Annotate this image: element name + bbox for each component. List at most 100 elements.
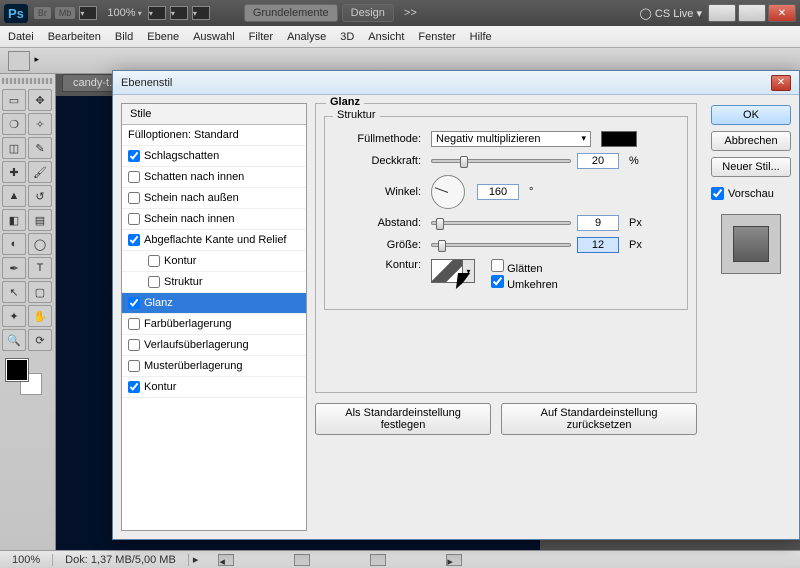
dialog-close[interactable]: ✕ [771, 75, 791, 91]
reset-default-button[interactable]: Auf Standardeinstellung zurücksetzen [501, 403, 697, 435]
minibridge-icon[interactable]: Mb [55, 7, 76, 19]
style-item-checkbox[interactable] [128, 171, 140, 183]
menu-bearbeiten[interactable]: Bearbeiten [48, 31, 101, 43]
new-style-button[interactable]: Neuer Stil... [711, 157, 791, 177]
tool-stamp[interactable]: ▲ [2, 185, 26, 207]
set-default-button[interactable]: Als Standardeinstellung festlegen [315, 403, 491, 435]
style-item-checkbox[interactable] [128, 339, 140, 351]
tool-brush[interactable]: 🖌 [28, 161, 52, 183]
tool-hand[interactable]: ✋ [28, 305, 52, 327]
menu-fenster[interactable]: Fenster [418, 31, 455, 43]
menu-auswahl[interactable]: Auswahl [193, 31, 235, 43]
screen-mode2-icon[interactable] [192, 6, 210, 20]
blend-options[interactable]: Füll­optionen: Standard [122, 125, 306, 146]
tool-rotate[interactable]: ⟳ [28, 329, 52, 351]
window-maximize[interactable]: ☐ [738, 4, 766, 22]
tool-heal[interactable]: ✚ [2, 161, 26, 183]
style-item-checkbox[interactable] [128, 381, 140, 393]
contour-dropdown[interactable]: ▾ [463, 259, 475, 283]
ok-button[interactable]: OK [711, 105, 791, 125]
tool-dodge[interactable]: ◯ [28, 233, 52, 255]
opacity-value[interactable]: 20 [577, 153, 619, 169]
tool-eyedropper[interactable]: ✎ [28, 137, 52, 159]
style-item-checkbox[interactable] [128, 150, 140, 162]
workspace-essentials[interactable]: Grundelemente [244, 4, 338, 22]
workspace-design[interactable]: Design [342, 4, 394, 22]
tool-blur[interactable]: ◐ [2, 233, 26, 255]
tool-wand[interactable]: ✧ [28, 113, 52, 135]
style-list-header[interactable]: Stile [122, 104, 306, 125]
menu-filter[interactable]: Filter [249, 31, 273, 43]
current-tool-icon[interactable] [8, 51, 30, 71]
style-item-9[interactable]: Verlaufsüberlagerung [122, 335, 306, 356]
tool-crop[interactable]: ◫ [2, 137, 26, 159]
cancel-button[interactable]: Abbrechen [711, 131, 791, 151]
style-item-7[interactable]: Glanz [122, 293, 306, 314]
style-item-checkbox[interactable] [128, 234, 140, 246]
style-item-checkbox[interactable] [148, 255, 160, 267]
style-item-4[interactable]: Abgeflachte Kante und Relief [122, 230, 306, 251]
fill-color-swatch[interactable] [601, 131, 637, 147]
workspace-more[interactable]: >> [404, 7, 417, 19]
fill-method-select[interactable]: Negativ multiplizieren [431, 131, 591, 147]
style-item-11[interactable]: Kontur [122, 377, 306, 398]
size-slider[interactable] [431, 243, 571, 247]
status-zoom[interactable]: 100% [0, 554, 53, 566]
style-item-10[interactable]: Musterüberlagerung [122, 356, 306, 377]
distance-value[interactable]: 9 [577, 215, 619, 231]
toolbox-grip[interactable] [2, 78, 53, 84]
style-item-checkbox[interactable] [128, 360, 140, 372]
view-extras-icon[interactable] [148, 6, 166, 20]
window-minimize[interactable]: — [708, 4, 736, 22]
size-value[interactable]: 12 [577, 237, 619, 253]
menu-analyse[interactable]: Analyse [287, 31, 326, 43]
style-item-checkbox[interactable] [128, 192, 140, 204]
style-item-checkbox[interactable] [148, 276, 160, 288]
tool-gradient[interactable]: ▤ [28, 209, 52, 231]
style-item-6[interactable]: Struktur [122, 272, 306, 293]
zoom-level[interactable]: 100% [107, 7, 141, 19]
style-item-2[interactable]: Schein nach außen [122, 188, 306, 209]
style-item-checkbox[interactable] [128, 297, 140, 309]
window-close[interactable]: ✕ [768, 4, 796, 22]
contour-picker[interactable] [431, 259, 463, 283]
dialog-titlebar[interactable]: Ebenenstil ✕ [113, 71, 799, 95]
menu-3d[interactable]: 3D [340, 31, 354, 43]
tool-lasso[interactable]: ❍ [2, 113, 26, 135]
menu-hilfe[interactable]: Hilfe [470, 31, 492, 43]
distance-slider[interactable] [431, 221, 571, 225]
style-item-5[interactable]: Kontur [122, 251, 306, 272]
style-item-1[interactable]: Schatten nach innen [122, 167, 306, 188]
h-scrollbar[interactable]: ◂▸ [218, 554, 800, 566]
status-arrow-icon[interactable]: ▸ [193, 553, 199, 566]
menu-datei[interactable]: Datei [8, 31, 34, 43]
tool-3d[interactable]: ✦ [2, 305, 26, 327]
bridge-icon[interactable]: Br [34, 7, 51, 19]
preview-checkbox[interactable] [711, 187, 724, 200]
tool-eraser[interactable]: ◧ [2, 209, 26, 231]
tool-pen[interactable]: ✒ [2, 257, 26, 279]
style-item-checkbox[interactable] [128, 318, 140, 330]
tool-move[interactable]: ✥ [28, 89, 52, 111]
antialias-checkbox[interactable] [491, 259, 504, 272]
style-item-checkbox[interactable] [128, 213, 140, 225]
tool-zoom[interactable]: 🔍 [2, 329, 26, 351]
style-item-8[interactable]: Farbüberlagerung [122, 314, 306, 335]
angle-value[interactable]: 160 [477, 184, 519, 200]
angle-dial[interactable] [431, 175, 465, 209]
tool-type[interactable]: T [28, 257, 52, 279]
screen-mode-icon[interactable] [79, 6, 97, 20]
menu-ebene[interactable]: Ebene [147, 31, 179, 43]
tool-path[interactable]: ↖ [2, 281, 26, 303]
style-item-3[interactable]: Schein nach innen [122, 209, 306, 230]
menu-bild[interactable]: Bild [115, 31, 133, 43]
menu-ansicht[interactable]: Ansicht [368, 31, 404, 43]
status-doc[interactable]: Dok: 1,37 MB/5,00 MB [53, 554, 189, 566]
color-swatches[interactable] [6, 359, 46, 395]
tool-history[interactable]: ↺ [28, 185, 52, 207]
tool-shape[interactable]: ▢ [28, 281, 52, 303]
arrange-docs-icon[interactable] [170, 6, 188, 20]
opacity-slider[interactable] [431, 159, 571, 163]
invert-checkbox[interactable] [491, 275, 504, 288]
style-item-0[interactable]: Schlagschatten [122, 146, 306, 167]
